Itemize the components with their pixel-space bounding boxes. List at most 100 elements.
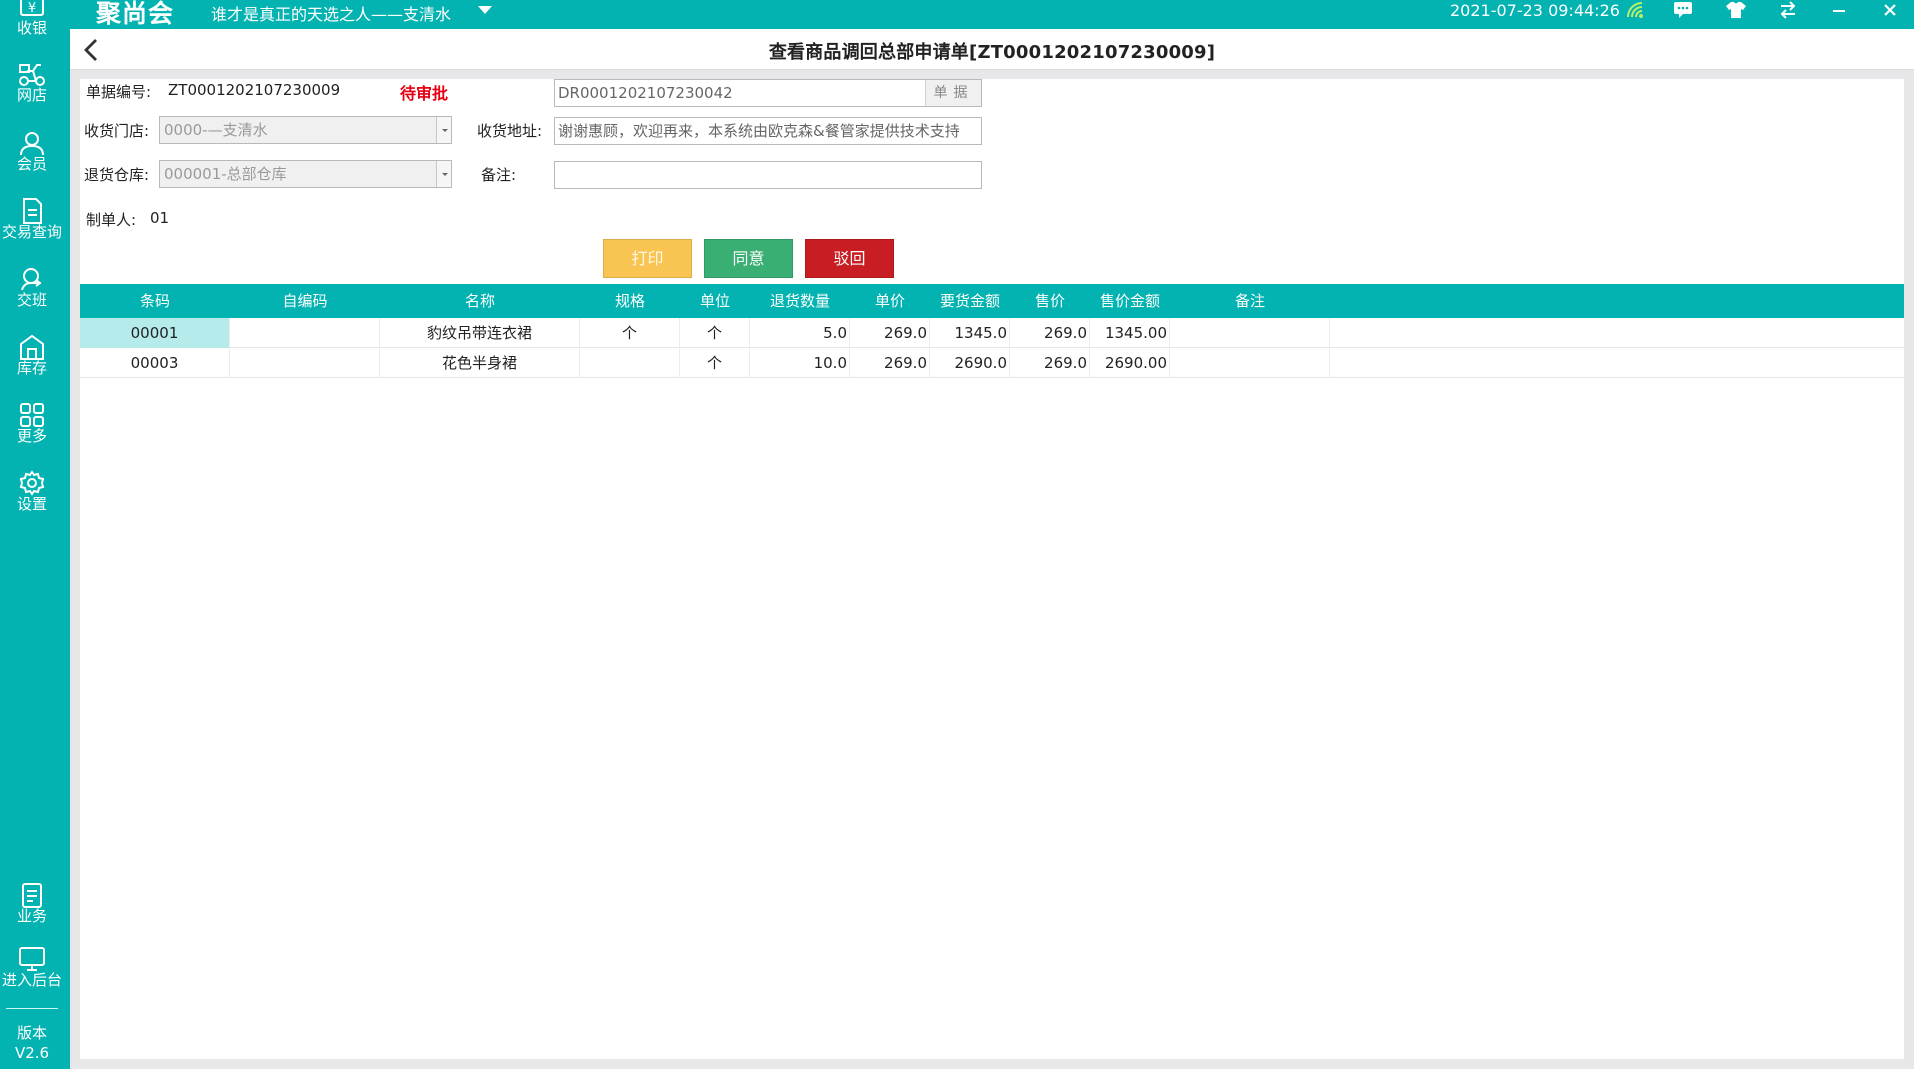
doc-no-label: 单据编号: bbox=[86, 83, 152, 101]
address-value: 谢谢惠顾，欢迎再来，本系统由欧克森&餐管家提供技术支持 bbox=[558, 122, 960, 140]
column-header-sale-price: 售价 bbox=[1034, 292, 1065, 310]
cell-remark[interactable] bbox=[1170, 348, 1330, 378]
ref-doc-button[interactable]: 单据 bbox=[925, 80, 981, 106]
store-switcher[interactable]: 谁才是真正的天选之人——支清水 bbox=[211, 1, 451, 25]
address-label: 收货地址: bbox=[477, 122, 543, 140]
sidebar-item-member[interactable]: 会员 bbox=[0, 130, 64, 173]
document-icon bbox=[23, 198, 42, 224]
column-header-name: 名称 bbox=[464, 292, 495, 310]
sidebar-item-backoffice[interactable]: 进入后台 bbox=[0, 946, 64, 989]
sidebar-item-transactions[interactable]: 交易查询 bbox=[0, 198, 64, 241]
store-select[interactable]: 0000-—支清水 bbox=[159, 116, 452, 144]
cell-remark[interactable] bbox=[1170, 318, 1330, 348]
cell-amount[interactable]: 2690.0 bbox=[930, 348, 1010, 378]
delivery-icon bbox=[19, 64, 45, 86]
print-button[interactable]: 打印 bbox=[603, 239, 692, 278]
column-header-code: 自编码 bbox=[282, 292, 328, 310]
version-number: V2.6 bbox=[14, 1044, 50, 1062]
cell-spec[interactable]: 个 bbox=[580, 318, 680, 348]
title-bar: 聚尚会 谁才是真正的天选之人——支清水 2021-07-23 09:44:26 bbox=[0, 0, 1914, 29]
table-row[interactable]: 00001 豹纹吊带连衣裙 个 个 5.0 269.0 1345.0 269.0… bbox=[80, 318, 1904, 348]
column-header-unit: 单位 bbox=[699, 292, 730, 310]
column-header-spec: 规格 bbox=[614, 292, 645, 310]
chevron-down-icon bbox=[436, 161, 451, 187]
warehouse-select[interactable]: 000001-总部仓库 bbox=[159, 160, 452, 188]
cell-price[interactable]: 269.0 bbox=[850, 318, 930, 348]
shirt-icon[interactable] bbox=[1722, 0, 1750, 20]
sidebar-item-label: 更多 bbox=[16, 427, 47, 445]
message-icon[interactable] bbox=[1669, 0, 1697, 20]
sidebar-item-label: 交易查询 bbox=[1, 223, 62, 241]
main-panel: 单据编号: ZT0001202107230009 待审批 DR000120210… bbox=[80, 79, 1904, 1059]
sidebar-item-settings[interactable]: 设置 bbox=[0, 470, 64, 513]
sidebar-item-cashier[interactable]: ¥ 收银 bbox=[0, 0, 64, 37]
sidebar-item-label: 收银 bbox=[16, 19, 47, 37]
cashier-icon: ¥ bbox=[20, 0, 44, 16]
creator-value: 01 bbox=[150, 209, 170, 227]
sidebar-item-more[interactable]: 更多 bbox=[0, 402, 64, 445]
clipboard-icon bbox=[22, 883, 42, 908]
column-header-sale-amount: 售价金额 bbox=[1099, 292, 1160, 310]
cell-qty[interactable]: 10.0 bbox=[750, 348, 850, 378]
cell-sale-price[interactable]: 269.0 bbox=[1010, 348, 1090, 378]
sidebar-item-label: 交班 bbox=[16, 291, 47, 309]
cell-qty[interactable]: 5.0 bbox=[750, 318, 850, 348]
sidebar-item-inventory[interactable]: 库存 bbox=[0, 334, 64, 377]
store-label: 收货门店: bbox=[84, 122, 150, 140]
cell-code[interactable] bbox=[230, 348, 380, 378]
cell-sale-price[interactable]: 269.0 bbox=[1010, 318, 1090, 348]
column-header-barcode: 条码 bbox=[139, 292, 170, 310]
status-badge: 待审批 bbox=[400, 84, 449, 103]
cell-sale-amount[interactable]: 1345.00 bbox=[1090, 318, 1170, 348]
cell-barcode[interactable]: 00001 bbox=[80, 318, 230, 348]
warehouse-label: 退货仓库: bbox=[84, 166, 150, 184]
close-icon[interactable] bbox=[1876, 0, 1904, 20]
cell-name[interactable]: 豹纹吊带连衣裙 bbox=[380, 318, 580, 348]
sidebar-item-label: 设置 bbox=[16, 495, 47, 513]
store-select-value: 0000-—支清水 bbox=[164, 121, 268, 139]
minimize-icon[interactable] bbox=[1825, 0, 1853, 20]
sidebar-item-label: 库存 bbox=[16, 359, 47, 377]
cell-barcode[interactable]: 00003 bbox=[80, 348, 230, 378]
doc-no-value: ZT0001202107230009 bbox=[168, 81, 341, 99]
chevron-down-icon[interactable] bbox=[478, 6, 492, 14]
cell-unit[interactable]: 个 bbox=[680, 348, 750, 378]
cell-spec[interactable] bbox=[580, 348, 680, 378]
cell-code[interactable] bbox=[230, 318, 380, 348]
member-icon bbox=[20, 132, 44, 156]
warehouse-select-value: 000001-总部仓库 bbox=[164, 165, 287, 183]
sidebar-item-label: 进入后台 bbox=[1, 971, 62, 989]
handover-icon bbox=[21, 268, 42, 291]
approve-button[interactable]: 同意 bbox=[704, 239, 793, 278]
grid-icon bbox=[20, 403, 44, 427]
address-field[interactable]: 谢谢惠顾，欢迎再来，本系统由欧克森&餐管家提供技术支持 bbox=[554, 117, 982, 145]
warehouse-icon bbox=[20, 334, 44, 360]
table-row[interactable]: 00003 花色半身裙 个 10.0 269.0 2690.0 269.0 26… bbox=[80, 348, 1904, 378]
remark-label: 备注: bbox=[481, 166, 517, 184]
cell-name[interactable]: 花色半身裙 bbox=[380, 348, 580, 378]
column-header-qty: 退货数量 bbox=[769, 292, 830, 310]
cell-unit[interactable]: 个 bbox=[680, 318, 750, 348]
sidebar-item-handover[interactable]: 交班 bbox=[0, 266, 64, 309]
creator-label: 制单人: bbox=[86, 211, 137, 229]
remark-field[interactable] bbox=[554, 161, 982, 189]
column-header-price: 单价 bbox=[874, 292, 905, 310]
sidebar-item-label: 业务 bbox=[16, 907, 47, 925]
sidebar: ¥ 收银 网店 会员 交易查询 交班 库存 更多 设置 业务 进入后台 版本 V… bbox=[0, 0, 70, 1069]
sidebar-item-online-store[interactable]: 网店 bbox=[0, 61, 64, 104]
page-title: 查看商品调回总部申请单[ZT0001202107230009] bbox=[768, 42, 1216, 63]
page-header: 查看商品调回总部申请单[ZT0001202107230009] bbox=[70, 29, 1914, 70]
sidebar-item-business[interactable]: 业务 bbox=[0, 882, 64, 925]
gear-icon bbox=[19, 470, 45, 496]
cell-sale-amount[interactable]: 2690.00 bbox=[1090, 348, 1170, 378]
app-logo: 聚尚会 bbox=[96, 0, 175, 28]
reject-button[interactable]: 驳回 bbox=[805, 239, 894, 278]
version-label: 版本 bbox=[16, 1024, 47, 1042]
ref-doc-field[interactable]: DR0001202107230042 单据 bbox=[554, 79, 982, 107]
cell-amount[interactable]: 1345.0 bbox=[930, 318, 1010, 348]
divider bbox=[6, 1008, 58, 1009]
cell-price[interactable]: 269.0 bbox=[850, 348, 930, 378]
chevron-down-icon bbox=[436, 117, 451, 143]
wifi-icon bbox=[1622, 0, 1650, 20]
switch-icon[interactable] bbox=[1774, 0, 1802, 20]
